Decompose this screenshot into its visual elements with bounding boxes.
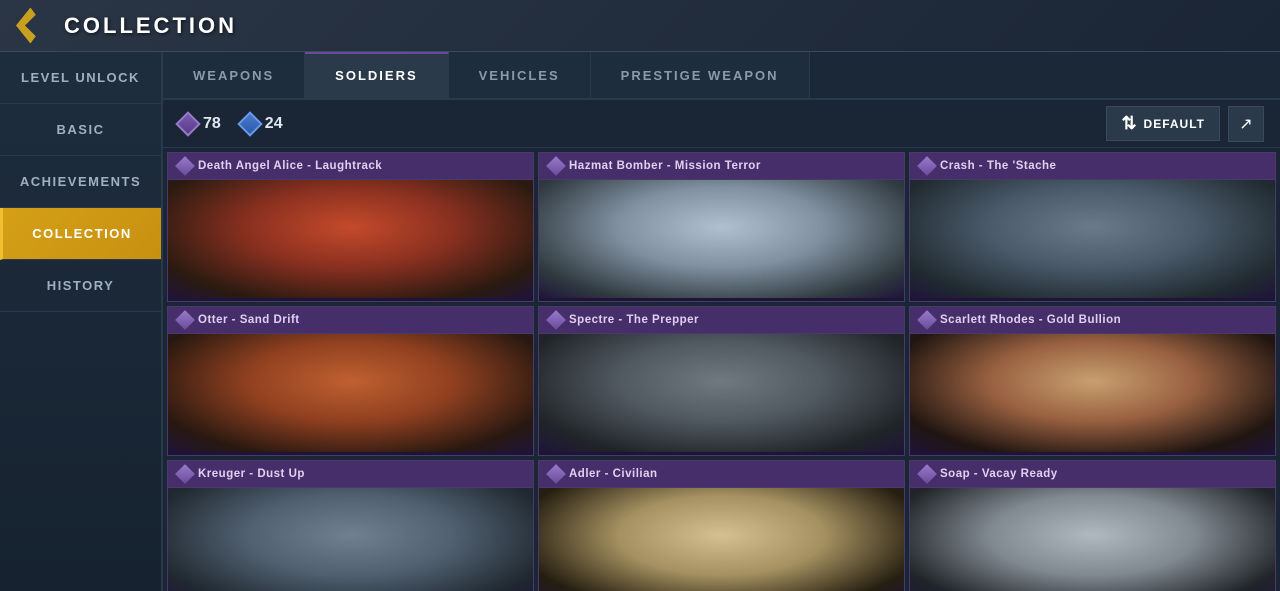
tabs: WEAPONS SOLDIERS VEHICLES PRESTIGE WEAPO…: [163, 52, 1280, 100]
filter-right: ⇅ DEFAULT ↗: [1106, 106, 1264, 142]
card-card-6[interactable]: Scarlett Rhodes - Gold Bullion: [909, 306, 1276, 456]
export-button[interactable]: ↗: [1228, 106, 1264, 142]
card-card-9[interactable]: Soap - Vacay Ready: [909, 460, 1276, 591]
card-card-4[interactable]: Otter - Sand Drift: [167, 306, 534, 456]
card-card-5[interactable]: Spectre - The Prepper: [538, 306, 905, 456]
card-card-1[interactable]: Death Angel Alice - Laughtrack: [167, 152, 534, 302]
card-body: [168, 334, 533, 452]
card-title: Crash - The 'Stache: [940, 160, 1056, 172]
card-header: Otter - Sand Drift: [168, 307, 533, 334]
sidebar-item-collection[interactable]: COLLECTION: [0, 208, 161, 260]
tab-prestige-weapon[interactable]: PRESTIGE WEAPON: [591, 52, 810, 98]
sidebar-item-level-unlock[interactable]: LEVEL UNLOCK: [0, 52, 161, 104]
filter-purple-count: 78: [179, 115, 221, 133]
header-title: COLLECTION: [64, 13, 237, 39]
card-diamond-icon: [175, 310, 195, 330]
card-title: Spectre - The Prepper: [569, 314, 699, 326]
character-silhouette: [539, 488, 904, 591]
character-silhouette: [168, 488, 533, 591]
sort-button[interactable]: ⇅ DEFAULT: [1106, 106, 1220, 141]
back-icon[interactable]: [16, 8, 52, 44]
layout: LEVEL UNLOCK BASIC ACHIEVEMENTS COLLECTI…: [0, 52, 1280, 591]
card-card-8[interactable]: Adler - Civilian: [538, 460, 905, 591]
card-title: Hazmat Bomber - Mission Terror: [569, 160, 761, 172]
card-body: [168, 488, 533, 591]
card-diamond-icon: [917, 156, 937, 176]
card-card-2[interactable]: Hazmat Bomber - Mission Terror: [538, 152, 905, 302]
diamond-blue-icon: [237, 111, 262, 136]
sidebar: LEVEL UNLOCK BASIC ACHIEVEMENTS COLLECTI…: [0, 52, 163, 591]
card-card-3[interactable]: Crash - The 'Stache: [909, 152, 1276, 302]
card-diamond-icon: [917, 464, 937, 484]
card-diamond-icon: [917, 310, 937, 330]
character-silhouette: [910, 334, 1275, 452]
header: COLLECTION: [0, 0, 1280, 52]
main-content: WEAPONS SOLDIERS VEHICLES PRESTIGE WEAPO…: [163, 52, 1280, 591]
card-title: Otter - Sand Drift: [198, 314, 300, 326]
card-header: Adler - Civilian: [539, 461, 904, 488]
card-diamond-icon: [175, 156, 195, 176]
card-title: Scarlett Rhodes - Gold Bullion: [940, 314, 1121, 326]
character-silhouette: [910, 488, 1275, 591]
card-title: Adler - Civilian: [569, 468, 658, 480]
sidebar-item-achievements[interactable]: ACHIEVEMENTS: [0, 156, 161, 208]
tab-vehicles[interactable]: VEHICLES: [449, 52, 591, 98]
card-diamond-icon: [546, 156, 566, 176]
character-silhouette: [168, 334, 533, 452]
card-body: [168, 180, 533, 298]
card-body: [910, 488, 1275, 591]
card-header: Hazmat Bomber - Mission Terror: [539, 153, 904, 180]
filter-blue-count: 24: [241, 115, 283, 133]
card-diamond-icon: [546, 464, 566, 484]
card-header: Soap - Vacay Ready: [910, 461, 1275, 488]
filter-bar: 78 24 ⇅ DEFAULT ↗: [163, 100, 1280, 148]
tab-soldiers[interactable]: SOLDIERS: [305, 52, 448, 98]
card-header: Spectre - The Prepper: [539, 307, 904, 334]
character-silhouette: [168, 180, 533, 298]
card-card-7[interactable]: Kreuger - Dust Up: [167, 460, 534, 591]
sidebar-item-history[interactable]: HISTORY: [0, 260, 161, 312]
card-header: Scarlett Rhodes - Gold Bullion: [910, 307, 1275, 334]
card-header: Kreuger - Dust Up: [168, 461, 533, 488]
card-title: Kreuger - Dust Up: [198, 468, 305, 480]
card-title: Death Angel Alice - Laughtrack: [198, 160, 382, 172]
filter-left: 78 24: [179, 115, 283, 133]
character-silhouette: [910, 180, 1275, 298]
diamond-purple-icon: [175, 111, 200, 136]
sidebar-item-basic[interactable]: BASIC: [0, 104, 161, 156]
card-body: [539, 334, 904, 452]
card-body: [539, 488, 904, 591]
card-grid-container: Death Angel Alice - Laughtrack Hazmat Bo…: [163, 148, 1280, 591]
character-silhouette: [539, 180, 904, 298]
card-body: [539, 180, 904, 298]
card-body: [910, 334, 1275, 452]
character-silhouette: [539, 334, 904, 452]
tab-weapons[interactable]: WEAPONS: [163, 52, 305, 98]
card-header: Crash - The 'Stache: [910, 153, 1275, 180]
export-icon: ↗: [1239, 114, 1252, 134]
card-diamond-icon: [546, 310, 566, 330]
card-diamond-icon: [175, 464, 195, 484]
card-header: Death Angel Alice - Laughtrack: [168, 153, 533, 180]
card-body: [910, 180, 1275, 298]
sort-icon: ⇅: [1121, 113, 1137, 134]
card-title: Soap - Vacay Ready: [940, 468, 1058, 480]
card-grid: Death Angel Alice - Laughtrack Hazmat Bo…: [167, 152, 1276, 591]
